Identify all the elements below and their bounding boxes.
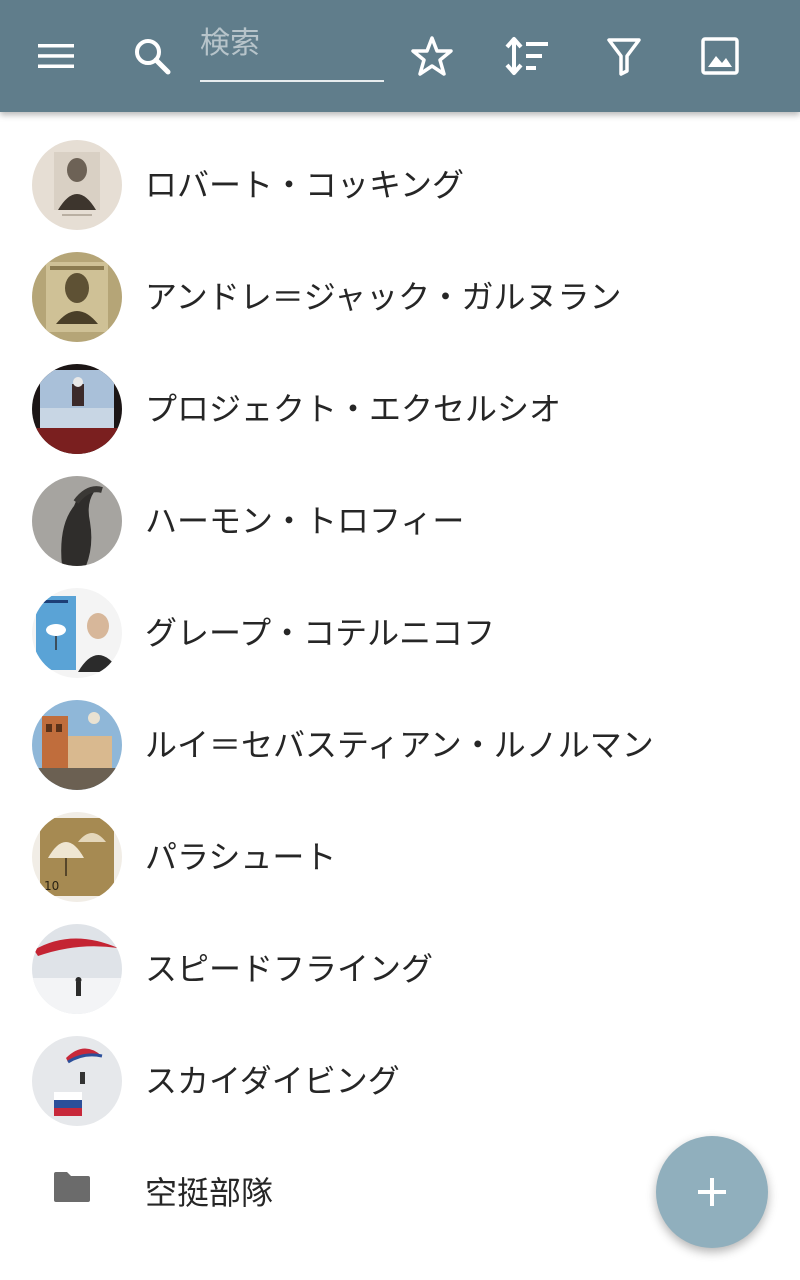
list-item[interactable]: アンドレ＝ジャック・ガルヌラン bbox=[0, 224, 800, 342]
search-icon[interactable] bbox=[124, 28, 180, 84]
avatar bbox=[32, 924, 122, 1014]
list-item[interactable]: 10 パラシュート bbox=[0, 784, 800, 902]
avatar bbox=[32, 476, 122, 566]
list-item-label: ロバート・コッキング bbox=[145, 166, 465, 204]
list-item-label: ルイ＝セバスティアン・ルノルマン bbox=[145, 726, 654, 764]
folder-icon bbox=[52, 1170, 92, 1204]
list-item-label: スカイダイビング bbox=[145, 1062, 400, 1100]
list-item-label: ハーモン・トロフィー bbox=[145, 502, 465, 540]
avatar bbox=[32, 140, 122, 230]
avatar bbox=[32, 700, 122, 790]
list-item-label: 空挺部隊 bbox=[145, 1174, 274, 1212]
avatar bbox=[32, 364, 122, 454]
sort-icon[interactable] bbox=[499, 28, 555, 84]
avatar: 10 bbox=[32, 812, 122, 902]
list-item[interactable]: ロバート・コッキング bbox=[0, 112, 800, 230]
list-item-label: アンドレ＝ジャック・ガルヌラン bbox=[145, 278, 622, 316]
plus-icon bbox=[698, 1178, 726, 1206]
avatar bbox=[32, 1036, 122, 1126]
add-button[interactable] bbox=[656, 1136, 768, 1248]
list-item-label: プロジェクト・エクセルシオ bbox=[145, 390, 562, 428]
svg-text:10: 10 bbox=[44, 879, 59, 893]
list-item[interactable]: ハーモン・トロフィー bbox=[0, 448, 800, 566]
image-icon[interactable] bbox=[692, 28, 748, 84]
list-item[interactable]: ルイ＝セバスティアン・ルノルマン bbox=[0, 672, 800, 790]
list-item-label: パラシュート bbox=[145, 838, 337, 876]
list-item-label: スピードフライング bbox=[145, 950, 434, 988]
search-field[interactable] bbox=[200, 22, 384, 82]
article-list: ロバート・コッキング アンドレ＝ジャック・ガルヌラン プロジェクト・エクセルシオ… bbox=[0, 112, 800, 1232]
search-input[interactable] bbox=[200, 26, 384, 61]
avatar bbox=[32, 252, 122, 342]
app-toolbar bbox=[0, 0, 800, 112]
list-item[interactable]: プロジェクト・エクセルシオ bbox=[0, 336, 800, 454]
avatar bbox=[32, 588, 122, 678]
menu-icon[interactable] bbox=[28, 28, 84, 84]
list-item-label: グレープ・コテルニコフ bbox=[145, 614, 496, 652]
filter-icon[interactable] bbox=[596, 28, 652, 84]
list-item[interactable]: スピードフライング bbox=[0, 896, 800, 1014]
list-item[interactable]: スカイダイビング bbox=[0, 1008, 800, 1126]
star-outline-icon[interactable] bbox=[404, 28, 460, 84]
list-item[interactable]: グレープ・コテルニコフ bbox=[0, 560, 800, 678]
